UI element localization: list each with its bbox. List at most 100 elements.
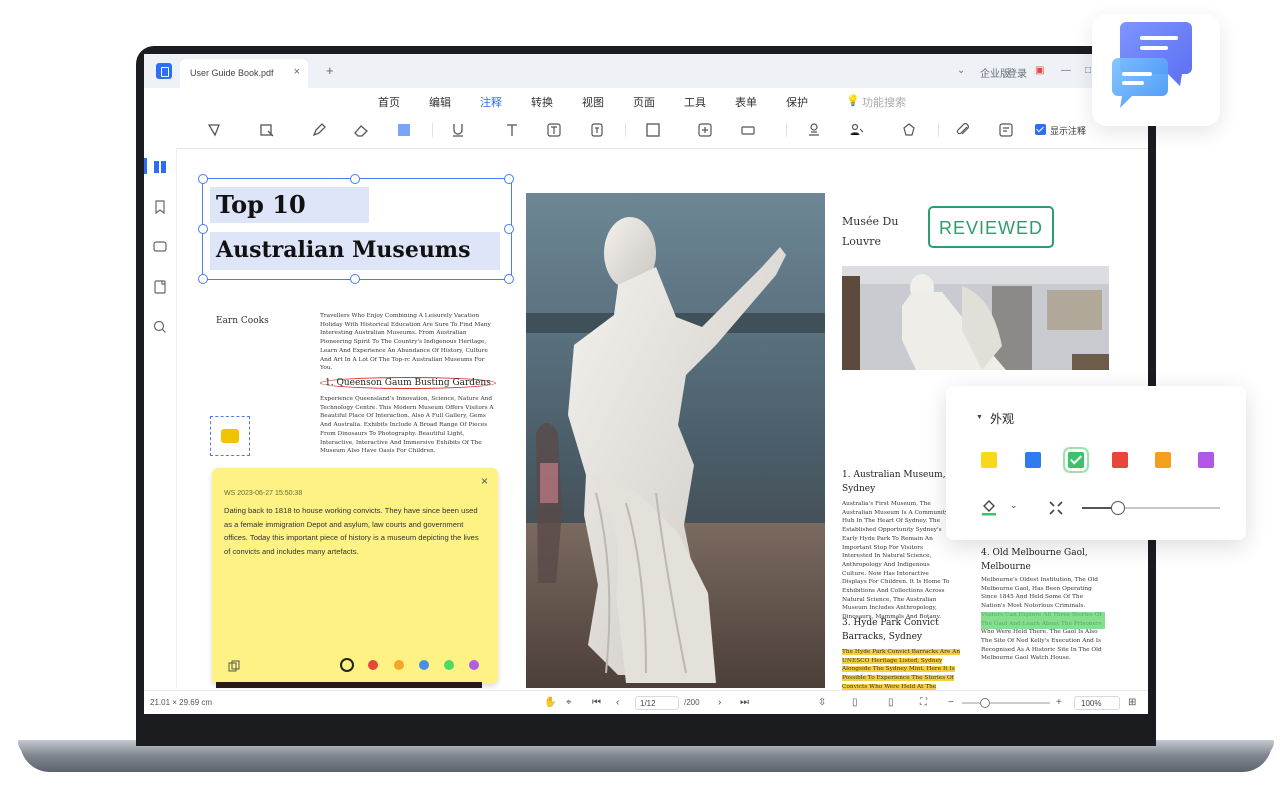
chevron-down-icon[interactable]: ⌄ — [957, 65, 965, 76]
menu-comment[interactable]: 注释 — [480, 94, 502, 115]
signature-icon[interactable] — [847, 120, 867, 140]
eraser-icon[interactable] — [351, 120, 371, 140]
resize-handle[interactable] — [504, 174, 514, 184]
zoom-slider-handle[interactable] — [980, 698, 990, 708]
museum-heading: Musée Du Louvre — [842, 215, 899, 248]
section2-paragraph: Australia's First Museum, The Australian… — [842, 501, 950, 621]
color-swatch-yellow[interactable] — [981, 452, 997, 468]
first-page-icon[interactable]: ⏮ — [592, 697, 601, 708]
zoom-slider-track[interactable] — [962, 702, 1050, 704]
document-tab[interactable]: User Guide Book.pdf × — [180, 59, 308, 88]
reviewed-stamp[interactable]: REVIEWED — [928, 206, 1054, 248]
layout-icon[interactable]: ⊞ — [1128, 697, 1136, 708]
fill-dropdown-chevron-icon[interactable]: ⌄ — [1010, 500, 1018, 511]
resize-handle[interactable] — [198, 174, 208, 184]
menu-home[interactable]: 首页 — [378, 94, 400, 110]
resize-handle[interactable] — [504, 224, 514, 234]
text-icon[interactable] — [502, 120, 522, 140]
copy-icon[interactable] — [228, 660, 240, 672]
menu-convert[interactable]: 转换 — [531, 94, 553, 110]
feature-search[interactable]: 功能搜索 — [862, 94, 906, 110]
next-page-icon[interactable]: › — [718, 697, 721, 708]
note-color-orange[interactable] — [394, 660, 404, 670]
color-fill-icon[interactable] — [394, 120, 414, 140]
fit-width-icon[interactable]: ⇳ — [818, 697, 826, 708]
opacity-slider-handle[interactable] — [1110, 501, 1125, 515]
menu-tools[interactable]: 工具 — [684, 94, 706, 110]
page-number-input[interactable]: 1/12 — [635, 696, 679, 710]
resize-handle[interactable] — [198, 224, 208, 234]
note-color-green[interactable] — [444, 660, 454, 670]
seal-icon[interactable] — [899, 120, 919, 140]
menu-edit[interactable]: 编辑 — [429, 94, 451, 110]
note-color-purple[interactable] — [469, 660, 479, 670]
note-color-yellow[interactable] — [340, 658, 354, 672]
toolbar-divider — [625, 123, 626, 137]
hand-tool-icon[interactable]: ✋ — [544, 697, 556, 708]
sticky-note-popup[interactable]: × WS 2023-06-27 15:50:38 Dating back to … — [212, 468, 498, 684]
maximize-button[interactable]: □ — [1085, 65, 1091, 76]
zoom-in-icon[interactable]: + — [1056, 697, 1062, 708]
bookmark-icon[interactable] — [153, 200, 167, 214]
rectangle-shape-icon[interactable] — [643, 120, 663, 140]
resize-handle[interactable] — [198, 274, 208, 284]
menu-page[interactable]: 页面 — [633, 94, 655, 110]
menu-form[interactable]: 表单 — [735, 94, 757, 110]
resize-handle[interactable] — [504, 274, 514, 284]
sticky-note-icon[interactable] — [695, 120, 715, 140]
chat-feature-badge[interactable] — [1092, 14, 1220, 126]
attachment-icon[interactable] — [953, 120, 973, 140]
last-page-icon[interactable]: ⏭ — [740, 697, 749, 708]
resize-handle[interactable] — [350, 274, 360, 284]
thumbnails-icon[interactable] — [153, 160, 167, 174]
note-color-blue[interactable] — [419, 660, 429, 670]
section3-title: 3. Hyde Park Convict Barracks, Sydney — [842, 618, 939, 642]
attachment-panel-icon[interactable] — [153, 280, 167, 294]
stamp-icon[interactable] — [804, 120, 824, 140]
callout-icon[interactable] — [587, 120, 607, 140]
left-sidebar — [144, 148, 177, 688]
green-highlight[interactable] — [981, 612, 1105, 629]
note-color-red[interactable] — [368, 660, 378, 670]
new-tab-button[interactable]: + — [326, 63, 334, 78]
underline-icon[interactable] — [448, 120, 468, 140]
area-highlight-icon[interactable] — [257, 120, 277, 140]
color-swatch-blue[interactable] — [1025, 452, 1041, 468]
single-page-icon[interactable]: ▯ — [852, 697, 858, 708]
note-body[interactable]: Dating back to 1818 to house working con… — [224, 504, 486, 558]
enterprise-link[interactable]: 企业版 — [980, 65, 1010, 80]
pencil-icon[interactable] — [309, 120, 329, 140]
two-page-icon[interactable]: ▯ — [888, 697, 894, 708]
annotation-list-icon[interactable] — [996, 120, 1016, 140]
gift-icon[interactable]: ▣ — [1035, 65, 1044, 76]
menu-view[interactable]: 视图 — [582, 94, 604, 110]
color-swatch-orange[interactable] — [1155, 452, 1171, 468]
show-annotations-checkbox[interactable] — [1035, 124, 1046, 135]
fill-color-icon[interactable] — [980, 498, 998, 516]
search-icon[interactable] — [153, 320, 167, 334]
lightbulb-icon[interactable]: 💡 — [846, 94, 860, 107]
note-annotation-marker[interactable] — [210, 416, 250, 456]
menu-bar: 首页 编辑 注释 转换 视图 页面 工具 表单 保护 💡 功能搜索 — [144, 88, 1148, 115]
menu-protect[interactable]: 保护 — [786, 94, 808, 110]
measure-icon[interactable] — [738, 120, 758, 140]
color-swatch-red[interactable] — [1112, 452, 1128, 468]
highlight-tool-icon[interactable] — [204, 120, 224, 140]
minimize-button[interactable]: — — [1061, 65, 1071, 76]
fullscreen-icon[interactable]: ⛶ — [920, 697, 927, 708]
zoom-out-icon[interactable]: − — [948, 697, 954, 708]
comment-icon[interactable] — [153, 240, 167, 254]
text-box-icon[interactable] — [544, 120, 564, 140]
prev-page-icon[interactable]: ‹ — [616, 697, 619, 708]
login-link[interactable]: 登录 — [1007, 65, 1027, 80]
collapse-triangle-icon[interactable]: ▼ — [976, 414, 983, 421]
zoom-level-select[interactable]: 100% — [1074, 696, 1120, 710]
close-note-icon[interactable]: × — [481, 474, 488, 488]
opacity-icon[interactable] — [1048, 500, 1064, 516]
color-swatch-green[interactable] — [1063, 447, 1089, 473]
select-tool-icon[interactable]: ⌖ — [566, 697, 572, 708]
toolbar-divider — [938, 123, 939, 137]
resize-handle[interactable] — [350, 174, 360, 184]
close-tab-icon[interactable]: × — [294, 66, 300, 78]
color-swatch-purple[interactable] — [1198, 452, 1214, 468]
